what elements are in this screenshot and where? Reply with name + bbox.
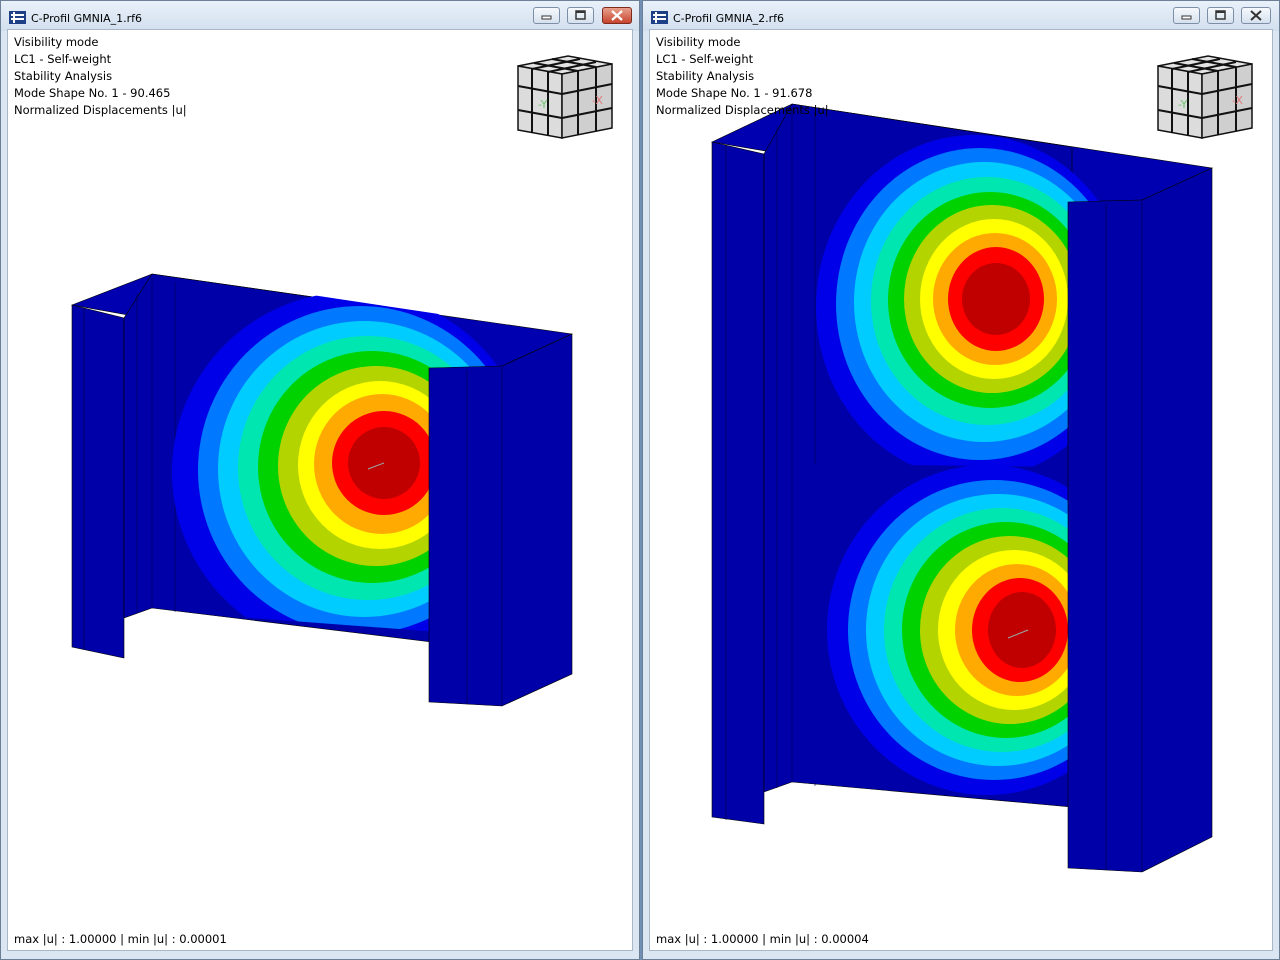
close-button[interactable]: [602, 7, 632, 24]
title-bar[interactable]: C-Profil GMNIA_2.rf6: [643, 1, 1279, 31]
info-line-visibility: Visibility mode: [14, 35, 99, 49]
close-icon: [611, 10, 623, 21]
window-gmnia-2[interactable]: C-Profil GMNIA_2.rf6 Visibility mode LC1…: [642, 0, 1280, 960]
result-extremes-status: max |u| : 1.00000 | min |u| : 0.00004: [656, 932, 869, 946]
close-icon: [1250, 10, 1262, 21]
window-gmnia-1[interactable]: C-Profil GMNIA_1.rf6 Visibility mode LC1…: [0, 0, 640, 960]
view-cube-y-label: -Y: [538, 98, 548, 111]
restore-button[interactable]: [567, 7, 594, 24]
result-extremes-status: max |u| : 1.00000 | min |u| : 0.00001: [14, 932, 227, 946]
view-cube-x-label: -X: [1232, 94, 1243, 107]
minimize-icon: [1181, 15, 1192, 20]
info-line-result-type: Normalized Displacements |u|: [656, 103, 829, 117]
rfem-app-icon: [9, 11, 26, 24]
restore-icon: [1215, 10, 1226, 20]
view-cube-x-label: -X: [592, 94, 603, 107]
title-bar[interactable]: C-Profil GMNIA_1.rf6: [1, 1, 639, 31]
info-line-analysis: Stability Analysis: [14, 69, 113, 83]
c-profile-mode-shape-model: [70, 273, 574, 707]
3d-viewport[interactable]: Visibility mode LC1 - Self-weight Stabil…: [649, 29, 1273, 951]
view-cube[interactable]: -Y -X: [514, 50, 614, 142]
restore-button[interactable]: [1207, 7, 1234, 24]
3d-viewport[interactable]: Visibility mode LC1 - Self-weight Stabil…: [7, 29, 633, 951]
rfem-app-icon: [651, 11, 668, 24]
minimize-button[interactable]: [1173, 7, 1200, 24]
info-line-analysis: Stability Analysis: [656, 69, 755, 83]
info-line-mode-shape: Mode Shape No. 1 - 91.678: [656, 86, 813, 100]
view-cube-y-label: -Y: [1178, 98, 1188, 111]
minimize-button[interactable]: [533, 7, 560, 24]
restore-icon: [575, 10, 586, 20]
close-button[interactable]: [1241, 7, 1271, 24]
result-info-panel: Visibility mode LC1 - Self-weight Stabil…: [656, 34, 829, 119]
window-title: C-Profil GMNIA_1.rf6: [31, 12, 142, 25]
view-cube[interactable]: -Y -X: [1154, 50, 1254, 142]
window-title: C-Profil GMNIA_2.rf6: [673, 12, 784, 25]
info-line-result-type: Normalized Displacements |u|: [14, 103, 187, 117]
minimize-icon: [541, 15, 552, 20]
info-line-mode-shape: Mode Shape No. 1 - 90.465: [14, 86, 171, 100]
info-line-loadcase: LC1 - Self-weight: [14, 52, 112, 66]
result-info-panel: Visibility mode LC1 - Self-weight Stabil…: [14, 34, 187, 119]
info-line-visibility: Visibility mode: [656, 35, 741, 49]
c-profile-mode-shape-model: [711, 103, 1214, 873]
info-line-loadcase: LC1 - Self-weight: [656, 52, 754, 66]
